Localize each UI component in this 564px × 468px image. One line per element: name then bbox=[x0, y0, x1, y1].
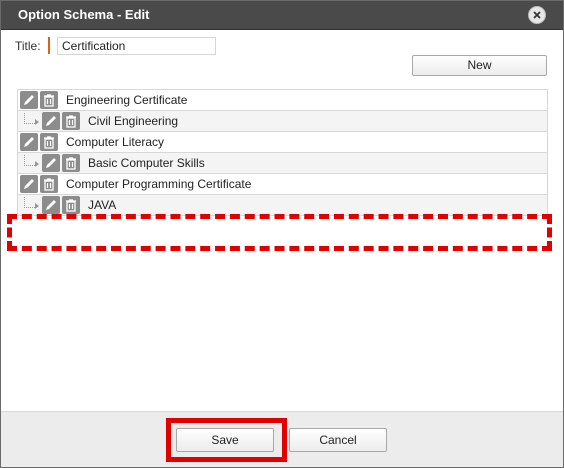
trash-icon[interactable] bbox=[62, 112, 80, 130]
title-field-label: Title: bbox=[15, 39, 41, 53]
dialog-title: Option Schema - Edit bbox=[18, 7, 150, 22]
option-schema-dialog: Option Schema - Edit Title: New Engineer… bbox=[0, 0, 564, 468]
tree-row-label: JAVA bbox=[88, 198, 117, 212]
tree-row-label: Civil Engineering bbox=[88, 114, 179, 128]
pencil-icon[interactable] bbox=[20, 175, 38, 193]
option-tree: Engineering Certificate Civil Engineerin… bbox=[17, 89, 548, 216]
trash-icon[interactable] bbox=[62, 196, 80, 214]
cancel-button[interactable]: Cancel bbox=[289, 428, 387, 452]
close-icon[interactable] bbox=[528, 6, 546, 24]
pencil-icon[interactable] bbox=[42, 196, 60, 214]
tree-row-label: Computer Programming Certificate bbox=[66, 177, 252, 191]
tree-row: Computer Programming Certificate bbox=[17, 173, 548, 194]
save-highlight-box bbox=[166, 418, 287, 462]
new-button[interactable]: New bbox=[412, 55, 547, 76]
title-input[interactable] bbox=[57, 37, 216, 55]
dialog-titlebar: Option Schema - Edit bbox=[1, 1, 563, 30]
trash-icon[interactable] bbox=[40, 91, 58, 109]
required-marker bbox=[48, 37, 50, 54]
tree-connector-arrow-icon bbox=[35, 119, 39, 125]
tree-connector-arrow-icon bbox=[35, 203, 39, 209]
pencil-icon[interactable] bbox=[42, 154, 60, 172]
trash-icon[interactable] bbox=[40, 133, 58, 151]
trash-icon[interactable] bbox=[40, 175, 58, 193]
tree-row: Engineering Certificate bbox=[17, 89, 548, 110]
tree-row-label: Computer Literacy bbox=[66, 135, 165, 149]
pencil-icon[interactable] bbox=[20, 133, 38, 151]
trash-icon[interactable] bbox=[62, 154, 80, 172]
dashed-highlight-box bbox=[7, 214, 552, 251]
tree-row: Civil Engineering bbox=[17, 110, 548, 131]
tree-row-label: Engineering Certificate bbox=[66, 93, 188, 107]
tree-row: JAVA bbox=[17, 194, 548, 216]
pencil-icon[interactable] bbox=[20, 91, 38, 109]
tree-row: Computer Literacy bbox=[17, 131, 548, 152]
tree-row: Basic Computer Skills bbox=[17, 152, 548, 173]
tree-row-label: Basic Computer Skills bbox=[88, 156, 205, 170]
tree-connector-arrow-icon bbox=[35, 161, 39, 167]
pencil-icon[interactable] bbox=[42, 112, 60, 130]
